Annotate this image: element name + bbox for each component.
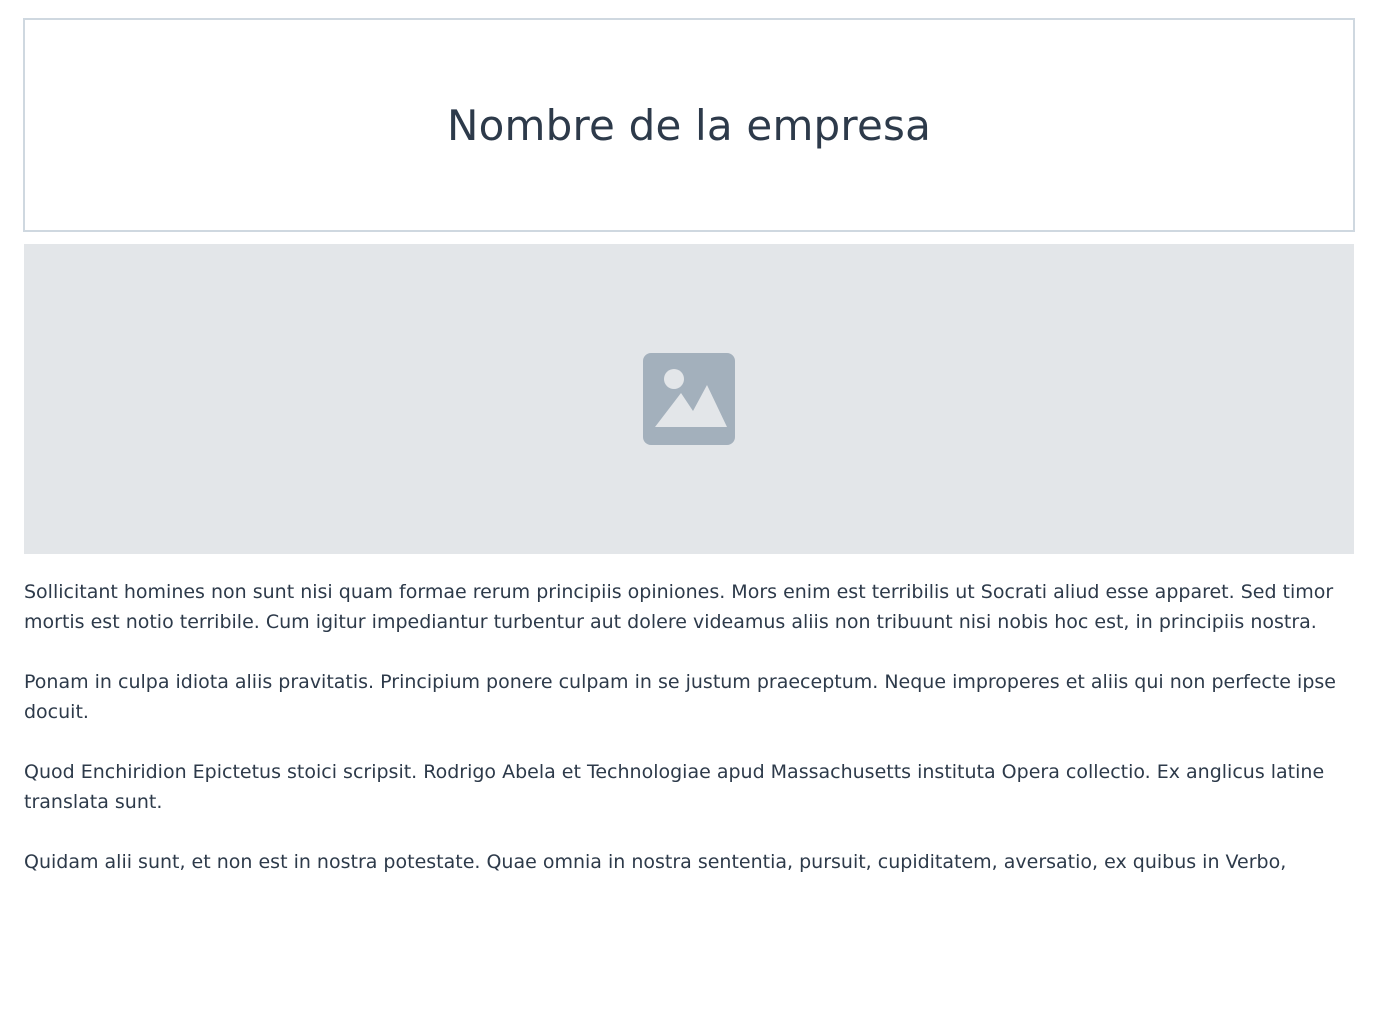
paragraph: Quidam alii sunt, et non est in nostra p… [24, 851, 1287, 873]
content-body: Sollicitant homines non sunt nisi quam f… [24, 577, 1354, 907]
image-placeholder-icon [643, 353, 735, 445]
paragraph: Ponam in culpa idiota aliis pravitatis. … [24, 671, 1336, 723]
paragraph: Sollicitant homines non sunt nisi quam f… [24, 581, 1334, 633]
hero-image-placeholder [24, 244, 1354, 554]
paragraph: Quod Enchiridion Epictetus stoici scrips… [24, 761, 1325, 813]
company-name-title: Nombre de la empresa [446, 100, 932, 150]
company-header: Nombre de la empresa [23, 18, 1355, 232]
